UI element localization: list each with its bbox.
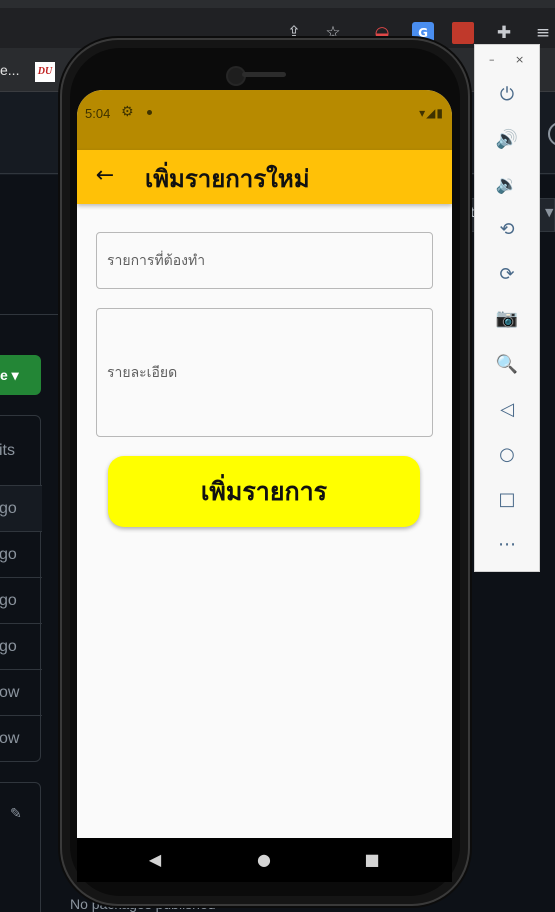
list-item[interactable]: go: [0, 623, 42, 669]
commit-list: its go go go go ow ow: [0, 415, 42, 762]
bookmark-logo[interactable]: DU: [35, 62, 55, 82]
nav-recents-icon[interactable]: ■: [360, 848, 384, 872]
volume-down-icon[interactable]: 🔉: [493, 171, 521, 199]
bookmark-extension-icon[interactable]: [452, 22, 474, 44]
more-icon[interactable]: ⋯: [493, 531, 521, 559]
detail-field[interactable]: [96, 308, 433, 437]
settings-icon: ⚙: [121, 104, 134, 120]
browser-tab-strip: [0, 0, 555, 8]
emulator-window-controls: – ×: [475, 53, 541, 69]
divider: [0, 314, 60, 315]
list-item[interactable]: its: [0, 428, 42, 474]
code-button[interactable]: e ▾: [0, 355, 41, 395]
minimize-icon[interactable]: –: [489, 53, 495, 66]
list-item[interactable]: go: [0, 485, 42, 531]
desktop-screen: ⇪ ☆ ◒ G ✚ ≡ e... DU e ▾ its go go go go …: [0, 0, 555, 912]
task-input[interactable]: [97, 233, 432, 288]
volume-up-icon[interactable]: 🔊: [493, 126, 521, 154]
nav-home-icon[interactable]: ●: [252, 848, 276, 872]
list-item[interactable]: go: [0, 577, 42, 623]
list-item[interactable]: ow: [0, 669, 42, 715]
zoom-icon[interactable]: 🔍: [493, 351, 521, 379]
status-bar: 5:04 ⚙ ▾◢▮: [77, 90, 452, 150]
nav-back-icon[interactable]: ◀: [143, 848, 167, 872]
close-icon[interactable]: ×: [515, 53, 524, 66]
page-title: เพิ่มรายการใหม่: [145, 165, 310, 193]
rotate-right-icon[interactable]: ⟳: [493, 261, 521, 289]
detail-input[interactable]: [97, 309, 432, 436]
back-arrow-icon[interactable]: ←: [93, 162, 117, 190]
earpiece-speaker: [242, 72, 286, 77]
status-time: 5:04: [85, 106, 111, 121]
bookmark-label[interactable]: e...: [0, 62, 19, 78]
task-field[interactable]: [96, 232, 433, 289]
rotate-left-icon[interactable]: ⟲: [493, 216, 521, 244]
app-bar: ← เพิ่มรายการใหม่: [77, 150, 452, 204]
power-icon[interactable]: ⏻: [493, 81, 521, 109]
overview-icon[interactable]: □: [493, 486, 521, 514]
list-item[interactable]: ow: [0, 715, 42, 761]
status-icons: ▾◢▮: [419, 106, 444, 120]
chevron-down-icon: ▼: [545, 206, 554, 219]
emulator-toolbar: – × ⏻ 🔊 🔉 ⟲ ⟳ 📷 🔍 ◁ ○ □ ⋯: [474, 44, 540, 572]
puzzle-icon[interactable]: ✚: [493, 22, 515, 44]
camera-icon[interactable]: 📷: [493, 305, 521, 333]
pencil-icon[interactable]: ✎: [10, 806, 22, 822]
media-icon[interactable]: ≡: [532, 22, 554, 44]
android-nav-bar: ◀ ● ■: [77, 838, 452, 882]
notification-dot-icon: [147, 110, 152, 115]
back-icon[interactable]: ◁: [493, 396, 521, 424]
add-item-button[interactable]: เพิ่มรายการ: [108, 456, 420, 527]
list-item[interactable]: go: [0, 531, 42, 577]
phone-screen: 5:04 ⚙ ▾◢▮ ← เพิ่มรายการใหม่ เพิ่มรายการ: [77, 90, 452, 838]
about-box: [0, 782, 41, 912]
home-icon[interactable]: ○: [493, 441, 521, 469]
